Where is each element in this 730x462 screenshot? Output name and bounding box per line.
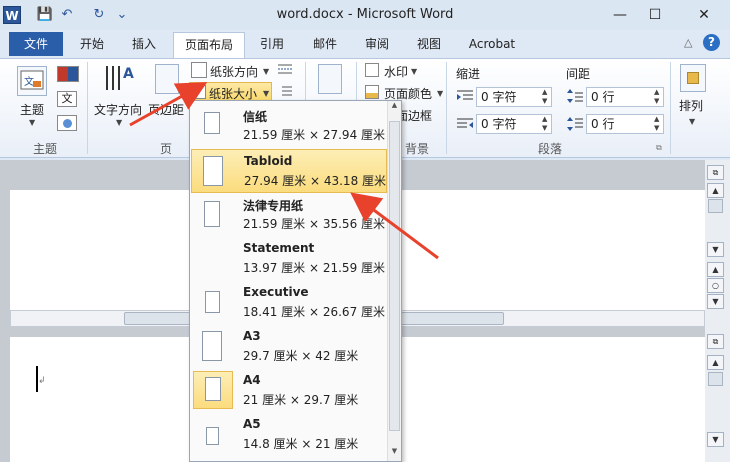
annotation-arrow-to-tabloid — [350, 192, 439, 260]
annotation-arrows — [129, 82, 439, 260]
annotation-arrow-to-paper-size — [129, 82, 208, 127]
